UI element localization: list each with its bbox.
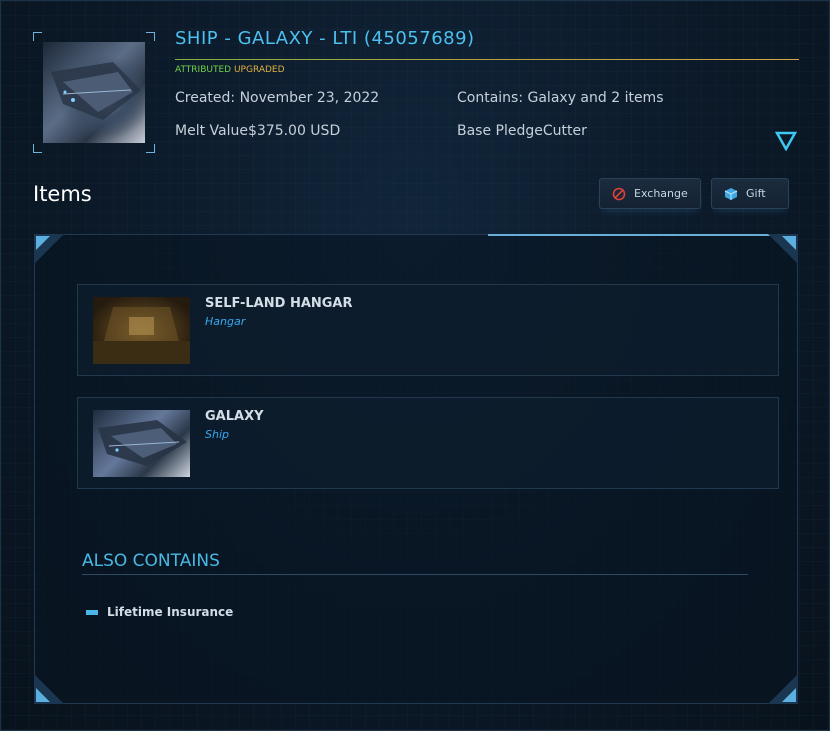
item-card-galaxy[interactable]: GALAXY Ship [77,397,779,489]
frame-corner [146,32,155,41]
no-entry-icon [612,187,626,201]
exchange-label: Exchange [634,187,688,200]
melt-value: Melt Value$375.00 USD [175,123,341,139]
also-contains-item: Lifetime Insurance [107,605,234,619]
pledge-tags: ATTRIBUTED UPGRADED [175,65,285,75]
panel-corner-decoration [768,234,798,264]
exchange-button[interactable]: Exchange [599,178,701,209]
ship-image [93,410,190,477]
contains-summary: Contains: Galaxy and 2 items [457,90,664,106]
frame-corner [33,144,42,153]
panel-corner-decoration [34,674,64,704]
gift-cube-icon [724,187,738,201]
also-contains-divider [82,574,748,575]
bullet-icon [86,610,98,615]
panel-corner-decoration [768,674,798,704]
also-contains-heading: ALSO CONTAINS [82,551,220,571]
panel-corner-decoration [34,234,64,264]
pledge-title: SHIP - GALAXY - LTI (45057689) [175,28,475,49]
items-heading: Items [33,182,92,206]
frame-corner [146,144,155,153]
title-divider [175,59,799,60]
frame-corner [33,32,42,41]
pledge-details-panel: SHIP - GALAXY - LTI (45057689) ATTRIBUTE… [0,0,830,731]
panel-accent-line [488,234,776,236]
item-name: GALAXY [205,409,264,424]
base-pledge: Base PledgeCutter [457,123,587,139]
hangar-image [93,297,190,364]
gift-button[interactable]: Gift [711,178,789,209]
item-card-hangar[interactable]: SELF-LAND HANGAR Hangar [77,284,779,376]
created-date: Created: November 23, 2022 [175,90,380,106]
item-type: Ship [205,428,229,441]
ship-thumbnail-frame [33,32,155,153]
gift-label: Gift [746,187,766,200]
chevron-down-triangle-icon[interactable] [774,131,798,152]
item-type: Hangar [205,315,246,328]
attributed-badge: ATTRIBUTED [175,65,232,75]
upgraded-badge: UPGRADED [233,65,285,75]
ship-image [43,42,145,143]
item-name: SELF-LAND HANGAR [205,296,353,311]
